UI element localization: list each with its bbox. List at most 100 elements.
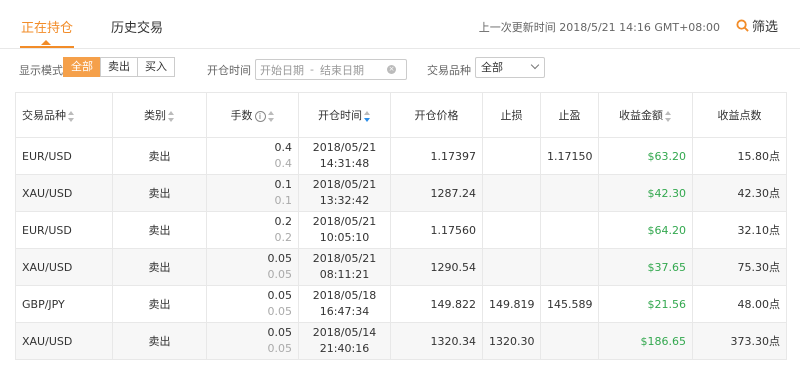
symbol-select-value: 全部 <box>481 61 503 74</box>
sort-icon[interactable] <box>168 110 175 122</box>
open-date: 2018/05/21 <box>312 178 377 191</box>
date-range-picker[interactable]: 开始日期 - 结束日期 × <box>255 59 407 80</box>
table-row[interactable]: XAU/USD 卖出 0.1 0.1 2018/05/21 13:32:42 1287.24… <box>15 174 787 212</box>
col-points-label: 收益点数 <box>717 109 762 122</box>
info-icon[interactable]: i <box>254 110 266 122</box>
cell-take-profit: 145.589 <box>540 285 599 323</box>
lots-remaining: 0.1 <box>274 194 293 207</box>
sort-desc-icon[interactable] <box>364 110 371 122</box>
cell-take-profit <box>540 211 599 249</box>
col-type[interactable]: 类别 <box>112 92 207 138</box>
cell-open-time: 2018/05/21 08:11:21 <box>298 248 391 286</box>
cell-lots: 0.05 0.05 <box>206 322 299 360</box>
tab-trade-history[interactable]: 历史交易 <box>111 17 163 36</box>
lots-value: 0.1 <box>274 178 293 191</box>
positions-table: 交易品种 类别 手数 i 开仓时间 开仓价格 止损 止盈 收益金额 收益点数 EU… <box>15 92 787 360</box>
cell-profit: $63.20 <box>598 137 693 175</box>
cell-profit: $21.56 <box>598 285 693 323</box>
end-date-input[interactable]: 结束日期 <box>320 62 364 78</box>
cell-points: 32.10点 <box>692 211 787 249</box>
table-row[interactable]: XAU/USD 卖出 0.05 0.05 2018/05/14 21:40:16 1320.… <box>15 322 787 360</box>
col-open-price: 开仓价格 <box>390 92 483 138</box>
table-header-row: 交易品种 类别 手数 i 开仓时间 开仓价格 止损 止盈 收益金额 收益点数 <box>15 92 787 138</box>
lots-remaining: 0.05 <box>267 342 293 355</box>
filter-bar: 显示模式 全部 卖出 买入 开仓时间 开始日期 - 结束日期 × 交易品种 全部 <box>0 50 800 90</box>
cell-symbol: EUR/USD <box>15 211 113 249</box>
open-date: 2018/05/18 <box>312 289 377 302</box>
cell-stop-loss: 149.819 <box>482 285 541 323</box>
col-take-profit-label: 止盈 <box>558 109 581 122</box>
cell-symbol: XAU/USD <box>15 322 113 360</box>
last-update-time: 上一次更新时间 2018/5/21 14:16 GMT+08:00 <box>478 21 720 34</box>
cell-open-time: 2018/05/18 16:47:34 <box>298 285 391 323</box>
cell-stop-loss: 1320.30 <box>482 322 541 360</box>
display-mode-label: 显示模式 <box>19 64 63 77</box>
cell-take-profit <box>540 322 599 360</box>
open-clock: 13:32:42 <box>319 194 370 207</box>
date-range-separator: - <box>310 63 314 76</box>
cell-open-price: 149.822 <box>390 285 483 323</box>
open-clock: 08:11:21 <box>319 268 370 281</box>
mode-buy-button[interactable]: 买入 <box>137 57 175 77</box>
cell-open-price: 1.17397 <box>390 137 483 175</box>
cell-type: 卖出 <box>112 174 207 212</box>
cell-type: 卖出 <box>112 322 207 360</box>
sort-icon[interactable] <box>68 110 75 122</box>
open-date: 2018/05/21 <box>312 215 377 228</box>
lots-remaining: 0.05 <box>267 268 293 281</box>
lots-value: 0.05 <box>267 252 293 265</box>
display-mode-group: 全部 卖出 买入 <box>63 57 175 77</box>
cell-open-price: 1287.24 <box>390 174 483 212</box>
mode-all-button[interactable]: 全部 <box>63 57 101 77</box>
active-tab-underline <box>20 46 74 48</box>
cell-open-price: 1320.34 <box>390 322 483 360</box>
col-profit[interactable]: 收益金额 <box>598 92 693 138</box>
cell-profit: $37.65 <box>598 248 693 286</box>
table-row[interactable]: GBP/JPY 卖出 0.05 0.05 2018/05/18 16:47:34 149.8… <box>15 285 787 323</box>
open-clock: 10:05:10 <box>319 231 370 244</box>
cell-profit: $64.20 <box>598 211 693 249</box>
clear-icon[interactable]: × <box>387 65 396 74</box>
col-stop-loss-label: 止损 <box>500 109 523 122</box>
table-row[interactable]: EUR/USD 卖出 0.4 0.4 2018/05/21 14:31:48 1.17397… <box>15 137 787 175</box>
cell-profit: $42.30 <box>598 174 693 212</box>
lots-remaining: 0.4 <box>274 157 293 170</box>
cell-stop-loss <box>482 211 541 249</box>
open-time-label: 开仓时间 <box>207 64 251 77</box>
col-open-price-label: 开仓价格 <box>414 109 459 122</box>
lots-remaining: 0.2 <box>274 231 293 244</box>
open-date: 2018/05/21 <box>312 141 377 154</box>
start-date-input[interactable]: 开始日期 <box>260 62 304 78</box>
lots-value: 0.05 <box>267 326 293 339</box>
col-stop-loss: 止损 <box>482 92 541 138</box>
cell-symbol: XAU/USD <box>15 248 113 286</box>
symbol-select[interactable]: 全部 <box>475 57 545 78</box>
cell-symbol: XAU/USD <box>15 174 113 212</box>
col-symbol[interactable]: 交易品种 <box>15 92 113 138</box>
sort-icon[interactable] <box>665 110 672 122</box>
open-date: 2018/05/21 <box>312 252 377 265</box>
tab-bar: 正在持仓 历史交易 上一次更新时间 2018/5/21 14:16 GMT+08… <box>0 0 800 49</box>
filter-button[interactable]: 筛选 <box>736 16 778 35</box>
tab-open-positions[interactable]: 正在持仓 <box>21 17 73 36</box>
table-row[interactable]: XAU/USD 卖出 0.05 0.05 2018/05/21 08:11:21 1290.… <box>15 248 787 286</box>
cell-open-time: 2018/05/14 21:40:16 <box>298 322 391 360</box>
cell-open-price: 1290.54 <box>390 248 483 286</box>
cell-points: 373.30点 <box>692 322 787 360</box>
cell-take-profit: 1.17150 <box>540 137 599 175</box>
mode-sell-button[interactable]: 卖出 <box>100 57 138 77</box>
col-open-time-label: 开仓时间 <box>318 109 362 122</box>
col-points: 收益点数 <box>692 92 787 138</box>
lots-value: 0.2 <box>274 215 293 228</box>
cell-symbol: GBP/JPY <box>15 285 113 323</box>
cell-open-time: 2018/05/21 14:31:48 <box>298 137 391 175</box>
sort-icon[interactable] <box>267 110 275 122</box>
col-open-time[interactable]: 开仓时间 <box>298 92 391 138</box>
table-row[interactable]: EUR/USD 卖出 0.2 0.2 2018/05/21 10:05:10 1.17560… <box>15 211 787 249</box>
cell-symbol: EUR/USD <box>15 137 113 175</box>
cell-points: 42.30点 <box>692 174 787 212</box>
col-profit-label: 收益金额 <box>619 109 663 122</box>
col-lots[interactable]: 手数 i <box>206 92 299 138</box>
cell-points: 75.30点 <box>692 248 787 286</box>
cell-stop-loss <box>482 174 541 212</box>
